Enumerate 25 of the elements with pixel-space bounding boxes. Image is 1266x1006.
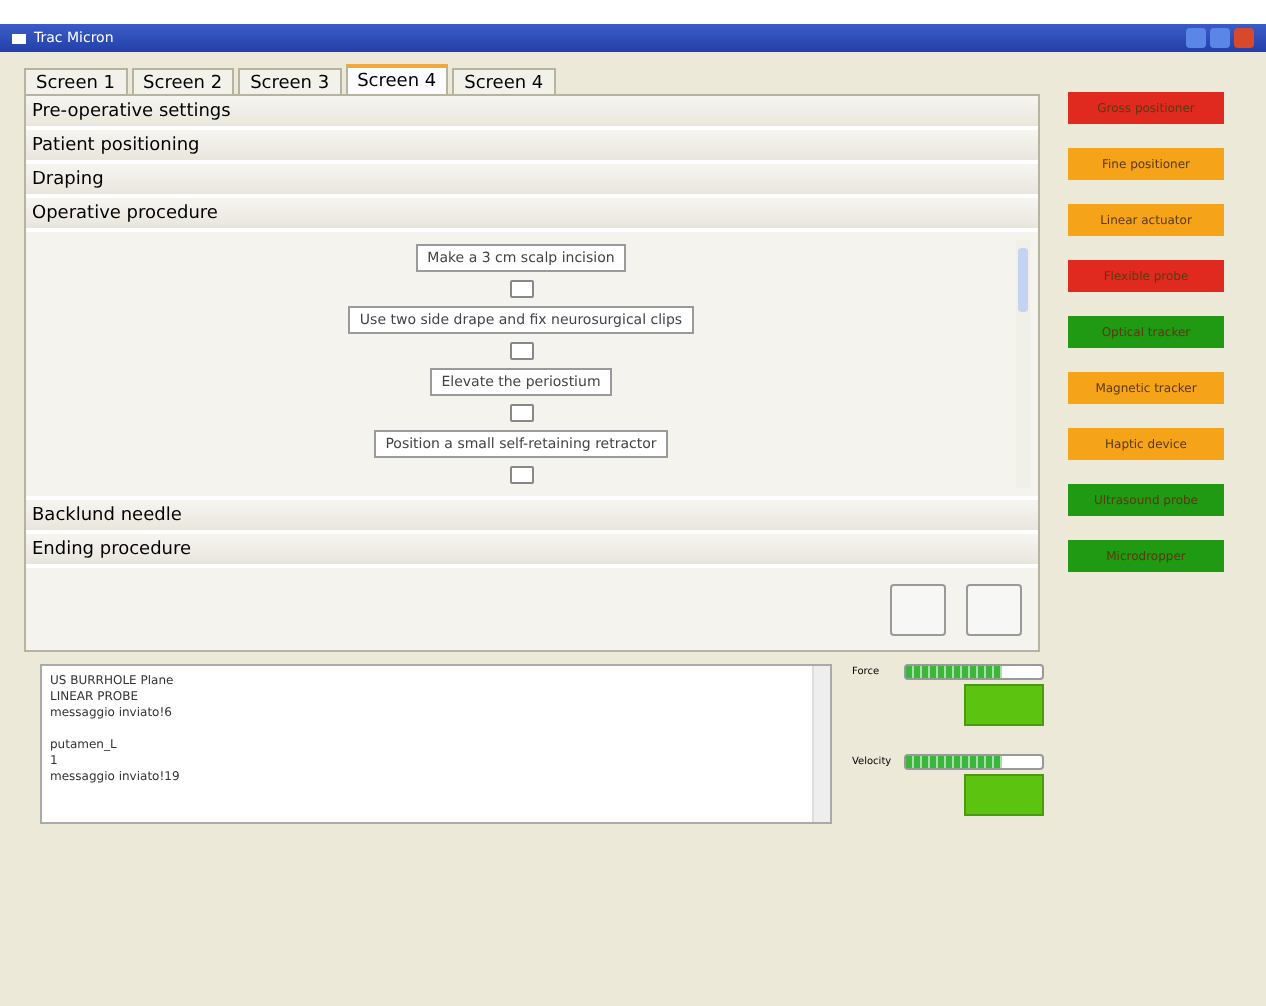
section-header[interactable]: Pre-operative settings [26,96,1038,130]
square-button[interactable] [966,583,1022,635]
tab[interactable]: Screen 3 [238,68,342,94]
section-header[interactable]: Draping [26,164,1038,198]
section-header[interactable]: Operative procedure [26,198,1038,232]
section-header[interactable]: Ending procedure [26,534,1038,568]
square-button[interactable] [890,583,946,635]
tab[interactable]: Screen 2 [131,68,235,94]
tab[interactable]: Screen 4 [452,68,556,94]
section-header[interactable]: Backlund needle [26,500,1038,534]
maximize-button[interactable] [1210,28,1230,48]
window-icon [12,33,26,43]
scrollbar[interactable] [812,666,830,822]
scrollbar[interactable] [1016,240,1030,488]
indicator-panel [964,684,1044,726]
close-button[interactable] [1234,28,1254,48]
tab[interactable]: Screen 1 [24,68,128,94]
indicator-panel [964,774,1044,816]
minimize-button[interactable] [1186,28,1206,48]
step-checkbox[interactable] [509,404,533,422]
section-header[interactable]: Patient positioning [26,130,1038,164]
tab[interactable]: Screen 4 [345,64,449,94]
step-checkbox[interactable] [509,280,533,298]
step-checkbox[interactable] [509,342,533,360]
step-checkbox[interactable] [509,466,533,484]
